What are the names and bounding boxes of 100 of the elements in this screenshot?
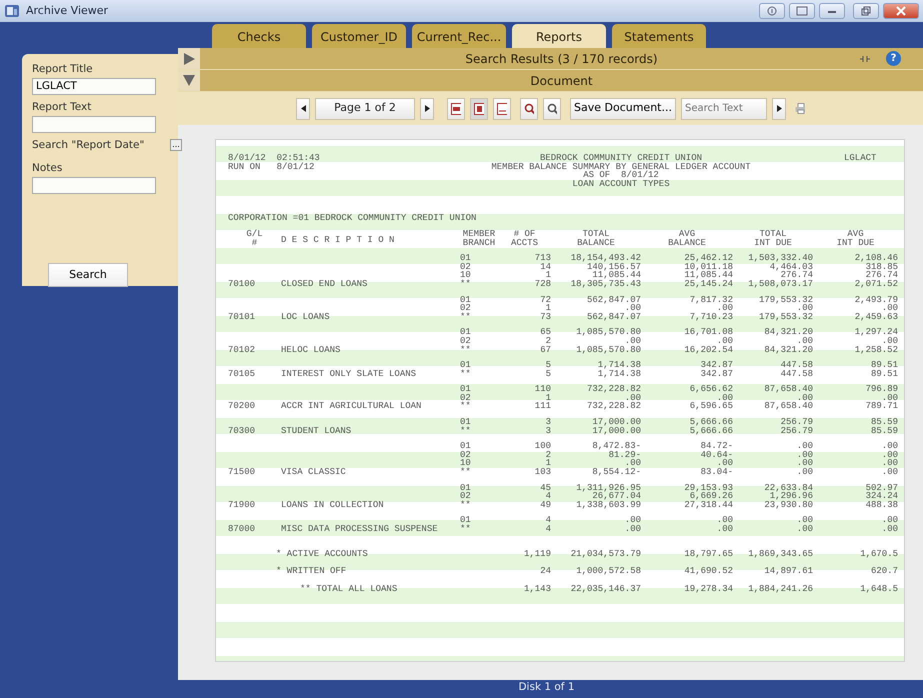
field-label: Search "Report Date" xyxy=(32,138,144,152)
date-picker-button[interactable]: ... xyxy=(170,139,182,152)
table-cell-text: 18,797.65 xyxy=(683,550,733,558)
zoom-in-button[interactable] xyxy=(520,98,538,120)
table-cell-text: .00 xyxy=(796,336,813,346)
actual-size-button[interactable] xyxy=(493,98,511,120)
maximize-button[interactable] xyxy=(853,3,879,19)
table-cell-text: 562,847.07 xyxy=(586,296,641,304)
account-description: CLOSED END LOANS xyxy=(281,280,368,289)
table-cell-text: 87,658.40 xyxy=(763,402,813,412)
tab[interactable]: Checks xyxy=(212,24,306,48)
table-cell-text: 3 xyxy=(544,418,551,427)
tab[interactable]: Reports xyxy=(512,24,606,48)
table-cell-text: 29,153.93 xyxy=(683,484,733,492)
table-cell-text: 84,321.20 xyxy=(763,346,813,354)
account-description: MISC DATA PROCESSING SUSPENSE xyxy=(281,525,439,534)
save-document-button[interactable]: Save Document... xyxy=(570,98,676,120)
table-cell-text: .00 xyxy=(716,394,733,402)
table-cell-text: .00 xyxy=(880,459,898,468)
table-cell-text: 1,869,343.65 xyxy=(747,550,813,558)
table-cell-text: 02 xyxy=(460,450,472,460)
table-cell-text: 1,000,572.58 xyxy=(575,567,641,576)
table-cell-text: .00 xyxy=(882,336,898,346)
text-field[interactable]: LGLACT xyxy=(32,78,156,95)
table-cell-text: 01 xyxy=(460,516,472,525)
table-cell-text: 1,714.38 xyxy=(596,370,641,378)
table-cell-text: 83.04- xyxy=(700,468,733,477)
minimize-button[interactable] xyxy=(819,3,845,19)
table-cell-text: 6,669.26 xyxy=(690,492,733,501)
column-header: AVG BALANCE xyxy=(667,230,707,248)
tab[interactable]: Current_Rec... xyxy=(412,24,506,48)
find-button[interactable] xyxy=(772,98,786,120)
column-header: G/L # xyxy=(245,230,264,248)
table-cell-text: .00 xyxy=(796,459,813,468)
fit-page-button[interactable] xyxy=(470,98,488,120)
table-cell-text: 40.64- xyxy=(700,450,733,460)
table-cell-text: 11,085.44 xyxy=(683,271,733,280)
close-icon xyxy=(896,6,906,16)
table-cell-text: 17,000.00 xyxy=(591,418,641,427)
table-cell-text: 732,228.82 xyxy=(586,385,641,394)
table-cell-text: .00 xyxy=(796,468,813,477)
fit-width-button[interactable] xyxy=(447,98,465,120)
page-icon xyxy=(451,102,461,114)
field-label: Report Text xyxy=(32,100,92,115)
tab[interactable]: Statements xyxy=(612,24,706,48)
info-button[interactable] xyxy=(759,3,785,19)
table-cell-text: .00 xyxy=(796,442,813,451)
gl-number: 70100 xyxy=(228,280,256,289)
search-button[interactable]: Search xyxy=(48,263,128,287)
table-cell-text: 01 xyxy=(460,418,472,427)
help-button[interactable]: ? xyxy=(886,51,901,66)
minimize-icon xyxy=(827,8,837,14)
table-cell-text: .00 xyxy=(880,468,898,477)
expand-icon[interactable] xyxy=(184,52,194,64)
table-cell-text: 502.97 xyxy=(864,484,898,492)
table-cell-text: .00 xyxy=(796,516,813,525)
gl-number: 71900 xyxy=(228,500,256,510)
tab[interactable]: Customer_ID xyxy=(312,24,406,48)
search-text-field[interactable]: Search Text xyxy=(681,98,767,120)
column-header: TOTAL BALANCE xyxy=(576,230,616,248)
field-label: Notes xyxy=(32,161,64,176)
table-cell-text: 01 xyxy=(460,385,472,394)
window-tool-button[interactable] xyxy=(789,3,815,19)
table-cell-text: 7,710.23 xyxy=(688,312,733,322)
section-title: Document xyxy=(530,72,593,90)
table-cell-text: 11,085.44 xyxy=(592,271,641,280)
previous-page-button[interactable] xyxy=(296,98,310,120)
close-button[interactable] xyxy=(883,3,919,19)
table-cell-text: 02 xyxy=(460,492,472,501)
zoom-out-button[interactable] xyxy=(543,98,561,120)
table-cell-text: 21,034,573.79 xyxy=(570,550,641,558)
gl-number: 70105 xyxy=(228,370,256,378)
table-cell-text: 2 xyxy=(544,450,551,460)
table-cell-text: 447.58 xyxy=(780,370,813,378)
column-header: TOTAL INT DUE xyxy=(753,230,793,248)
table-cell-text: 89.51 xyxy=(870,361,898,370)
table-cell-text: 1,648.5 xyxy=(859,584,898,594)
table-cell-text: 179,553.32 xyxy=(758,296,813,304)
table-cell-text: 1,508,073.17 xyxy=(747,280,813,289)
text-field[interactable] xyxy=(32,116,156,132)
table-cell-text: 23,930.80 xyxy=(763,500,813,510)
table-cell-text: 22,633.84 xyxy=(763,484,813,492)
table-cell-text: 1,884,241.26 xyxy=(747,584,813,594)
table-cell-text: 8,472.83- xyxy=(591,442,641,451)
table-cell-text: 1,143 xyxy=(522,584,551,594)
table-cell-text: 5,666.66 xyxy=(688,418,733,427)
table-cell-text: .00 xyxy=(624,394,641,402)
table-cell-text: .00 xyxy=(624,525,641,534)
table-cell-text: 89.51 xyxy=(870,370,898,378)
table-cell-text: 1,119 xyxy=(522,550,551,558)
table-cell-text: 1,258.52 xyxy=(854,346,898,354)
collapse-icon[interactable] xyxy=(183,75,195,86)
next-page-button[interactable] xyxy=(420,98,434,120)
table-cell-text: 732,228.82 xyxy=(586,402,641,412)
table-cell-text: 02 xyxy=(460,336,472,346)
caret-right-icon xyxy=(424,105,430,112)
table-cell-text: 1,503,332.40 xyxy=(747,254,813,263)
table-cell-text: 2 xyxy=(544,336,551,346)
text-field[interactable] xyxy=(32,177,156,194)
table-cell-text: 2,493.79 xyxy=(854,296,898,304)
